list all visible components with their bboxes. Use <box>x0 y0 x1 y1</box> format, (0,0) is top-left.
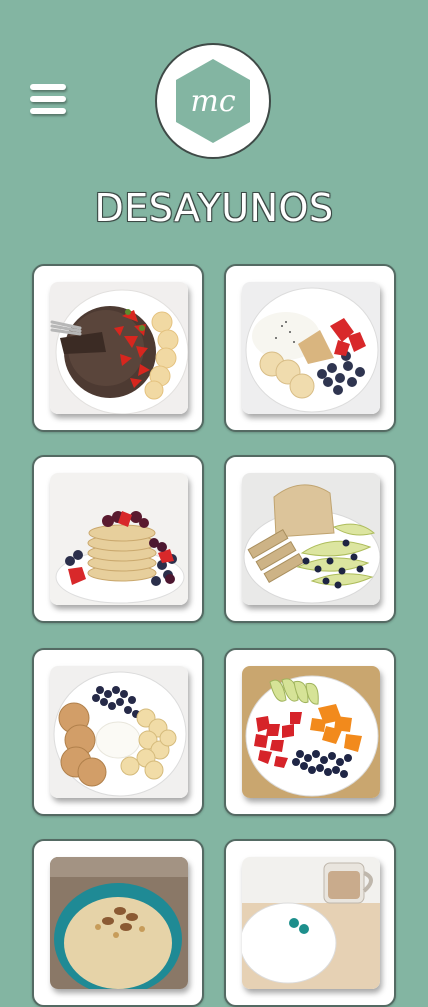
recipe-image <box>242 473 380 605</box>
recipe-card[interactable] <box>32 455 204 623</box>
recipe-image <box>50 282 188 414</box>
recipe-card[interactable] <box>224 264 396 432</box>
recipe-grid <box>0 0 428 1007</box>
recipe-card[interactable] <box>224 839 396 1007</box>
recipe-image <box>242 282 380 414</box>
recipe-image <box>50 666 188 798</box>
recipe-image <box>242 857 380 989</box>
recipe-image <box>50 473 188 605</box>
recipe-image <box>50 857 188 989</box>
recipe-card[interactable] <box>32 648 204 816</box>
recipe-card[interactable] <box>32 839 204 1007</box>
recipe-card[interactable] <box>32 264 204 432</box>
recipe-image <box>242 666 380 798</box>
recipe-card[interactable] <box>224 648 396 816</box>
recipe-card[interactable] <box>224 455 396 623</box>
